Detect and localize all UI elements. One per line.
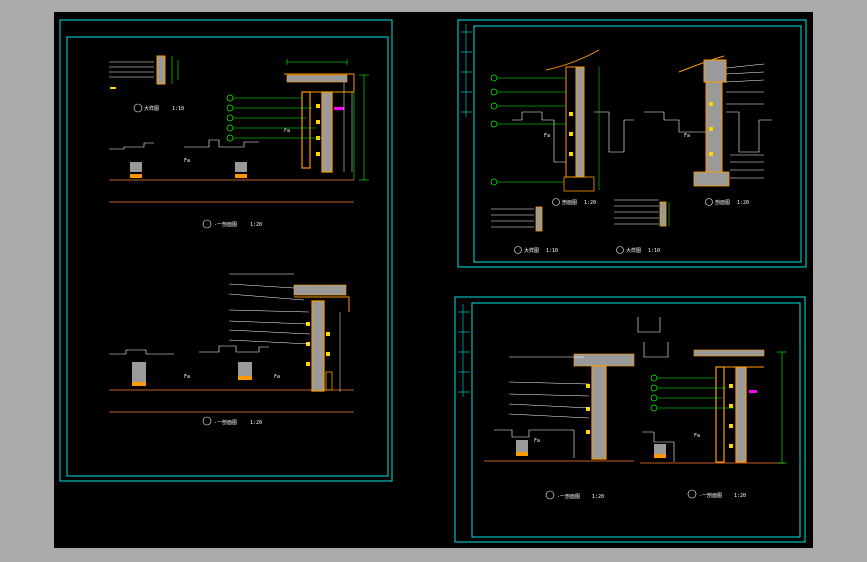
svg-text:Fa: Fa: [284, 128, 290, 134]
top-right-view-a-scale: 1:20: [584, 200, 596, 206]
left-bottom-callouts: [228, 273, 311, 345]
left-detail-title: 大样图: [144, 105, 159, 112]
sheet-top-right-outer-frame: [457, 19, 807, 268]
svg-text:Fa: Fa: [694, 433, 700, 439]
bottom-right-view-a: Fa -一剖面图 1:20: [484, 317, 669, 500]
svg-text:Fa: Fa: [534, 438, 540, 444]
sheet-top-right: Fa 剖面图 1:20 大样图 1:10 Fa 剖面图 1:20 大样图 1:1…: [457, 19, 807, 268]
svg-text:Fa: Fa: [184, 158, 190, 164]
left-detail-scale: 1:10: [172, 106, 184, 112]
top-right-view-c-title: 大样图: [524, 247, 539, 254]
top-right-view-a-title: 剖面图: [562, 199, 577, 206]
top-right-view-b: Fa 剖面图 1:20: [644, 55, 772, 206]
left-top-section: Fa Fa -一剖面图 1:20: [109, 59, 369, 229]
top-right-view-c: 大样图 1:10: [491, 206, 558, 254]
bottom-right-view-b-title: -一剖面图: [699, 492, 722, 499]
top-right-view-c-scale: 1:10: [546, 248, 558, 254]
svg-text:Fa: Fa: [684, 133, 690, 139]
sheet-top-right-title-block: [461, 24, 472, 117]
left-top-title: -一剖面图: [214, 221, 237, 228]
sheet-left: 大样图 1:10 Fa Fa -一剖面图 1:20 Fa Fa -一剖面图 1:…: [59, 19, 393, 482]
top-right-view-d: 大样图 1:10: [614, 199, 670, 254]
svg-text:Fa: Fa: [274, 374, 280, 380]
drawing-canvas[interactable]: 大样图 1:10 Fa Fa -一剖面图 1:20 Fa Fa -一剖面图 1:…: [54, 12, 813, 548]
top-right-view-b-title: 剖面图: [715, 199, 730, 206]
svg-text:Fa: Fa: [184, 374, 190, 380]
bottom-right-view-a-scale: 1:20: [592, 494, 604, 500]
bottom-right-view-b-scale: 1:20: [734, 493, 746, 499]
sheet-bottom-right: Fa -一剖面图 1:20 Fa -一剖面图 1:20: [454, 296, 806, 543]
cad-drawing: 大样图 1:10 Fa Fa -一剖面图 1:20 Fa Fa -一剖面图 1:…: [59, 19, 807, 543]
sheet-bottom-right-inner-frame: [471, 302, 801, 538]
top-right-view-d-scale: 1:10: [648, 248, 660, 254]
top-right-view-b-scale: 1:20: [737, 200, 749, 206]
bottom-right-view-b: Fa -一剖面图 1:20: [640, 349, 787, 499]
sheet-bottom-right-title-block: [458, 304, 470, 397]
left-detail-view: 大样图 1:10: [109, 55, 184, 113]
top-right-view-d-title: 大样图: [626, 247, 641, 254]
left-bottom-section: Fa Fa -一剖面图 1:20: [109, 273, 354, 426]
left-bottom-title: -一剖面图: [214, 419, 237, 426]
sheet-top-right-inner-frame: [473, 25, 802, 263]
bottom-right-view-a-title: -一剖面图: [557, 493, 580, 500]
top-right-view-a: Fa 剖面图 1:20: [490, 49, 634, 206]
left-bottom-scale: 1:20: [250, 420, 262, 426]
left-top-scale: 1:20: [250, 222, 262, 228]
sheet-left-inner-frame: [66, 36, 389, 477]
svg-text:Fa: Fa: [544, 133, 550, 139]
sheet-bottom-right-outer-frame: [454, 296, 806, 543]
left-top-callouts: [226, 94, 322, 142]
